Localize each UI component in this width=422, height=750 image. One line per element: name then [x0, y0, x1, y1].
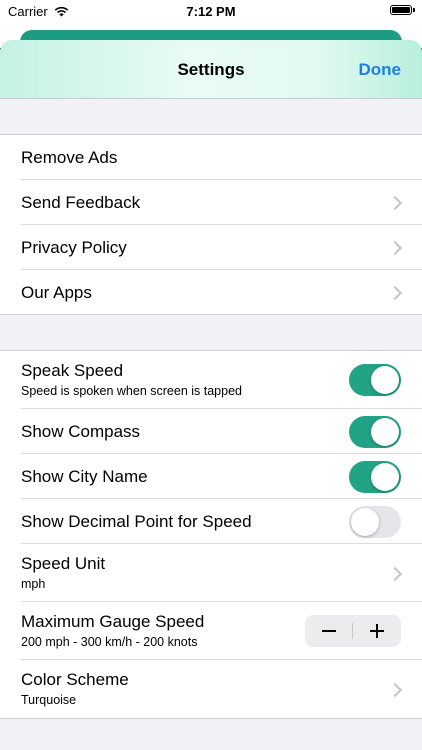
row-subtitle: Turquoise	[21, 693, 77, 707]
settings-group-general: Remove Ads Send Feedback Privacy Policy …	[0, 134, 422, 315]
row-title: Maximum Gauge Speed	[21, 612, 205, 631]
section-spacer	[0, 99, 422, 134]
settings-group-display: Speak Speed Speed is spoken when screen …	[0, 350, 422, 719]
row-show-compass: Show Compass	[0, 409, 422, 454]
row-show-city-name: Show City Name	[0, 454, 422, 499]
row-our-apps[interactable]: Our Apps	[0, 270, 422, 314]
status-time: 7:12 PM	[186, 4, 236, 19]
row-speak-speed: Speak Speed Speed is spoken when screen …	[0, 351, 422, 409]
show-compass-toggle[interactable]	[349, 416, 401, 448]
chevron-right-icon	[387, 240, 403, 256]
section-spacer	[0, 315, 422, 350]
show-decimal-point-toggle[interactable]	[349, 506, 401, 538]
row-speed-unit[interactable]: Speed Unit mph	[0, 544, 422, 602]
row-title: Privacy Policy	[21, 238, 127, 257]
speak-speed-toggle[interactable]	[349, 364, 401, 396]
row-subtitle: 200 mph - 300 km/h - 200 knots	[21, 635, 198, 649]
row-title: Color Scheme	[21, 670, 129, 689]
chevron-right-icon	[387, 195, 403, 211]
row-title: Show Decimal Point for Speed	[21, 512, 252, 531]
row-title: Our Apps	[21, 283, 92, 302]
row-title: Speed Unit	[21, 554, 106, 573]
row-title: Remove Ads	[21, 148, 118, 167]
row-title: Speak Speed	[21, 361, 124, 380]
row-title: Show Compass	[21, 422, 141, 441]
row-show-decimal-point: Show Decimal Point for Speed	[0, 499, 422, 544]
chevron-right-icon	[387, 682, 403, 698]
minus-icon[interactable]	[305, 615, 353, 647]
row-title: Send Feedback	[21, 193, 141, 212]
row-privacy-policy[interactable]: Privacy Policy	[0, 225, 422, 270]
row-send-feedback[interactable]: Send Feedback	[0, 180, 422, 225]
navigation-bar: Settings Done	[0, 40, 422, 99]
chevron-right-icon	[387, 566, 403, 582]
gauge-speed-stepper	[305, 615, 401, 647]
row-maximum-gauge-speed: Maximum Gauge Speed 200 mph - 300 km/h -…	[0, 602, 422, 660]
chevron-right-icon	[387, 285, 403, 301]
settings-sheet: Settings Done Remove Ads Send Feedback P…	[0, 40, 422, 750]
row-subtitle: Speed is spoken when screen is tapped	[21, 384, 242, 398]
show-city-name-toggle[interactable]	[349, 461, 401, 493]
battery-icon	[390, 5, 415, 15]
status-bar: Carrier 7:12 PM	[0, 0, 422, 24]
done-button[interactable]: Done	[359, 60, 402, 80]
row-title: Show City Name	[21, 467, 148, 486]
row-subtitle: mph	[21, 577, 46, 591]
row-remove-ads[interactable]: Remove Ads	[0, 135, 422, 180]
plus-icon[interactable]	[353, 615, 401, 647]
bottom-spacer	[0, 719, 422, 750]
row-color-scheme[interactable]: Color Scheme Turquoise	[0, 660, 422, 718]
